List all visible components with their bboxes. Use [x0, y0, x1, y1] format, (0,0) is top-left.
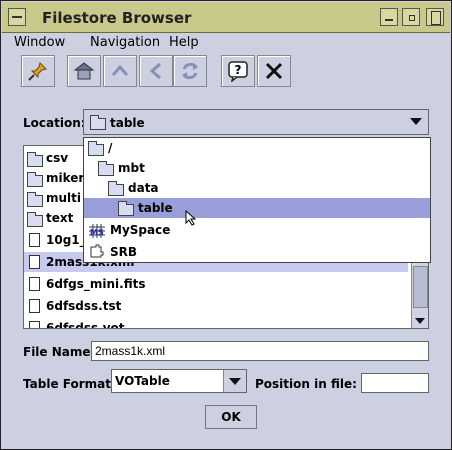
- svg-text:MS: MS: [90, 228, 104, 237]
- dropdown-item-label: MySpace: [110, 223, 171, 237]
- scroll-down-icon[interactable]: [415, 318, 425, 324]
- folder-icon: [98, 161, 114, 176]
- dropdown-item[interactable]: mbt: [84, 158, 430, 178]
- window-menu-button[interactable]: [8, 8, 26, 26]
- folder-icon: [27, 152, 43, 167]
- position-field[interactable]: [361, 373, 429, 393]
- position-label: Position in file: #: [255, 377, 372, 391]
- folder-icon: [90, 115, 106, 130]
- table-format-label: Table Format:: [23, 377, 116, 391]
- dropdown-item-label: mbt: [118, 161, 145, 175]
- maximize-button[interactable]: [402, 8, 420, 26]
- list-item[interactable]: 6dfgs_mini.fits: [24, 274, 408, 294]
- window-menu-icon: [12, 16, 22, 18]
- location-label: Location:: [23, 116, 86, 130]
- folder-icon: [27, 192, 43, 207]
- table-format-value: VOTable: [115, 374, 170, 388]
- title-bar[interactable]: Filestore Browser: [2, 2, 450, 33]
- back-arrow-icon: [149, 62, 161, 80]
- pin-button[interactable]: [21, 55, 55, 87]
- home-icon: [73, 62, 95, 80]
- up-arrow-icon: [111, 64, 129, 76]
- folder-icon: [108, 181, 124, 196]
- folder-icon: [118, 201, 134, 216]
- help-button[interactable]: ?: [221, 55, 255, 87]
- file-name: 6dfgs_mini.fits: [46, 277, 146, 291]
- list-item[interactable]: 6dfsdss.vot: [24, 318, 408, 329]
- svg-text:?: ?: [235, 63, 242, 77]
- dropdown-item-label: table: [138, 201, 173, 215]
- dropdown-item[interactable]: /: [84, 138, 430, 158]
- ok-button[interactable]: OK: [205, 405, 257, 429]
- dropdown-item-label: /: [108, 141, 113, 155]
- up-button[interactable]: [103, 55, 137, 87]
- minimize-button[interactable]: [380, 8, 398, 26]
- file-name: miker: [46, 171, 85, 185]
- file-icon: [29, 233, 40, 247]
- location-combo[interactable]: table: [83, 109, 429, 135]
- pin-icon: [28, 62, 47, 81]
- dropdown-item[interactable]: data: [84, 178, 430, 198]
- close-button[interactable]: [257, 55, 291, 87]
- location-dropdown[interactable]: / mbt data table MS MySpace SRB: [83, 137, 431, 263]
- scrollbar-thumb[interactable]: [413, 266, 428, 308]
- menu-navigation[interactable]: Navigation: [90, 35, 160, 50]
- help-icon: ?: [228, 61, 248, 82]
- list-item[interactable]: 6dfsdss.tst: [24, 296, 408, 316]
- chevron-down-icon: [229, 378, 241, 385]
- filestore-browser-window: Filestore Browser Window Navigation Help: [0, 0, 452, 450]
- location-value: table: [110, 116, 145, 130]
- filename-label: File Name:: [23, 345, 96, 359]
- back-button[interactable]: [139, 55, 173, 87]
- dropdown-item[interactable]: SRB: [84, 242, 430, 262]
- close-window-button[interactable]: [426, 8, 444, 26]
- home-button[interactable]: [67, 55, 101, 87]
- file-name: 10g1_: [46, 233, 86, 247]
- close-window-icon: [431, 11, 441, 25]
- file-icon: [29, 299, 40, 313]
- file-icon: [29, 321, 40, 328]
- file-name: 6dfsdss.vot: [46, 321, 125, 329]
- dropdown-item-selected[interactable]: table: [84, 198, 430, 218]
- maximize-icon: [409, 15, 415, 21]
- dropdown-item-label: SRB: [110, 245, 138, 259]
- file-name: multi: [46, 191, 82, 205]
- menu-help[interactable]: Help: [169, 35, 199, 50]
- menu-bar: Window Navigation Help: [2, 33, 450, 53]
- mouse-cursor-icon: [185, 210, 197, 226]
- file-name: 6dfsdss.tst: [46, 299, 122, 313]
- dropdown-item-label: data: [128, 181, 159, 195]
- folder-icon: [27, 212, 43, 227]
- minimize-icon: [385, 19, 393, 21]
- myspace-icon: MS: [89, 224, 105, 238]
- folder-icon: [27, 172, 43, 187]
- table-format-dropdown-button[interactable]: [223, 370, 246, 392]
- table-format-select[interactable]: VOTable: [111, 369, 247, 393]
- filename-field[interactable]: [91, 341, 429, 361]
- file-name: csv: [46, 151, 69, 165]
- folder-icon: [88, 141, 104, 156]
- file-icon: [29, 277, 40, 291]
- close-icon: [265, 62, 283, 80]
- menu-window[interactable]: Window: [14, 35, 65, 50]
- file-icon: [29, 255, 40, 269]
- srb-icon: [90, 244, 104, 258]
- refresh-icon: [182, 62, 198, 80]
- dropdown-item[interactable]: MS MySpace: [84, 220, 430, 240]
- file-name: text: [46, 211, 74, 225]
- chevron-down-icon: [410, 118, 422, 125]
- refresh-button[interactable]: [173, 55, 207, 87]
- window-title: Filestore Browser: [42, 9, 192, 27]
